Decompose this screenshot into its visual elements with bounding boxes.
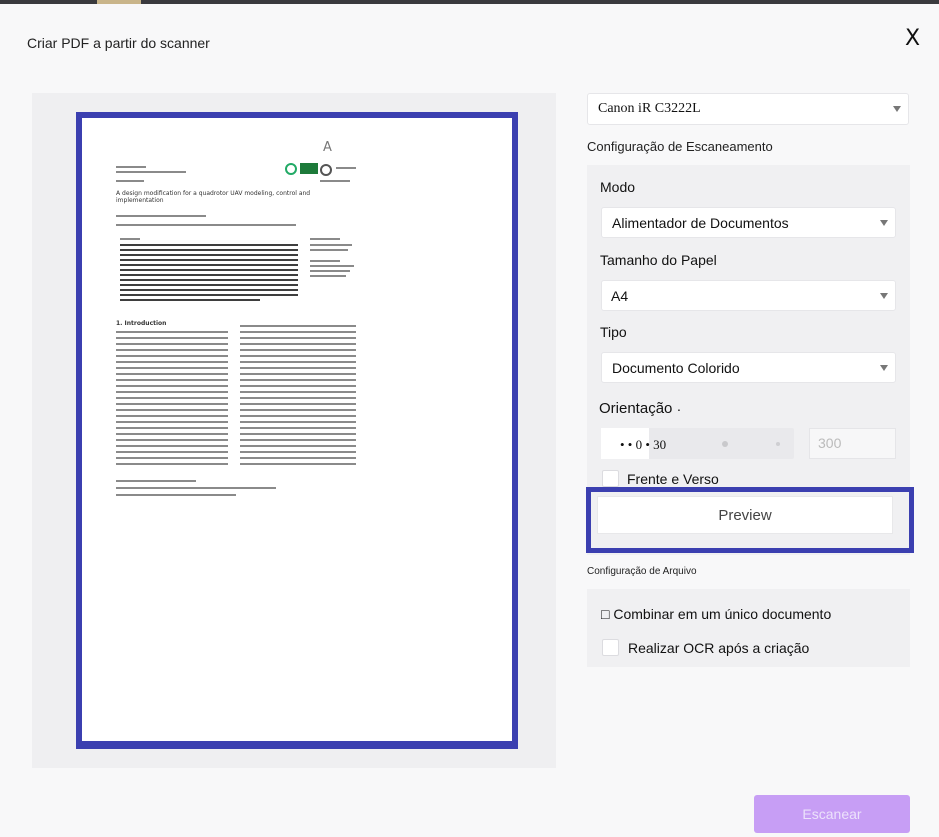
paper-size-select-value: A4 bbox=[611, 287, 629, 304]
paper-size-select[interactable]: A4 bbox=[601, 280, 896, 311]
resolution-slider-tick bbox=[776, 442, 780, 446]
mode-label: Modo bbox=[600, 179, 636, 195]
crossmark-icon bbox=[320, 164, 332, 176]
duplex-label: Frente e Verso bbox=[627, 471, 719, 487]
type-label: Tipo bbox=[600, 324, 627, 340]
scanner-select-value: Canon iR C3222L bbox=[598, 101, 701, 116]
ocr-checkbox[interactable] bbox=[602, 639, 619, 656]
chevron-down-icon bbox=[880, 219, 888, 226]
dialog-title: Criar PDF a partir do scanner bbox=[27, 35, 210, 51]
orientation-label: Orientação bbox=[599, 400, 673, 417]
ocr-label: Realizar OCR após a criação bbox=[628, 640, 810, 656]
paper-size-label: Tamanho do Papel bbox=[600, 252, 717, 268]
file-settings-heading: Configuração de Arquivo bbox=[587, 566, 697, 577]
chevron-down-icon bbox=[880, 364, 888, 371]
preview-button[interactable]: Preview bbox=[597, 496, 893, 534]
resolution-slider-handle[interactable] bbox=[722, 441, 728, 447]
combine-option[interactable]: □ Combinar em um único documento bbox=[601, 606, 831, 622]
page-bottom-edge bbox=[80, 741, 512, 743]
scanner-select[interactable]: Canon iR C3222L bbox=[587, 93, 909, 125]
journal-logo-icon bbox=[285, 163, 297, 175]
type-select[interactable]: Documento Colorido bbox=[601, 352, 896, 383]
chevron-down-icon bbox=[880, 292, 888, 299]
type-select-value: Documento Colorido bbox=[612, 359, 740, 376]
resolution-input[interactable]: 300 bbox=[809, 428, 896, 459]
scanned-page-frame: A A design modification for a quadrotor … bbox=[76, 112, 518, 749]
orientation-mark: . bbox=[677, 398, 681, 414]
scan-button[interactable]: Escanear bbox=[754, 795, 910, 833]
mode-select-value: Alimentador de Documentos bbox=[612, 214, 789, 231]
scan-settings-heading: Configuração de Escaneamento bbox=[587, 139, 773, 154]
close-button[interactable]: X bbox=[905, 27, 920, 51]
scanned-page: A A design modification for a quadrotor … bbox=[88, 118, 506, 743]
section-heading: 1. Introduction bbox=[116, 320, 167, 327]
duplex-checkbox[interactable] bbox=[602, 470, 619, 487]
active-tab-indicator bbox=[97, 0, 141, 4]
chevron-down-icon bbox=[893, 106, 901, 112]
mode-select[interactable]: Alimentador de Documentos bbox=[601, 207, 896, 238]
resolution-slider-value: • • 0 • 30 bbox=[620, 437, 667, 452]
paper-title: A design modification for a quadrotor UA… bbox=[116, 190, 311, 204]
page-logo-letter: A bbox=[323, 140, 332, 155]
publisher-logo-icon bbox=[300, 163, 318, 174]
